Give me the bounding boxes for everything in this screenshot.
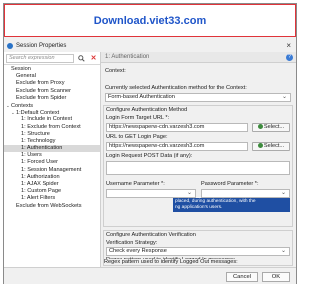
cancel-button[interactable]: Cancel bbox=[226, 272, 258, 282]
tree-item-label: Contexts bbox=[11, 102, 34, 109]
panel-title: 1: Authentication bbox=[105, 54, 150, 60]
tooltip-line-2: ng application's users. bbox=[175, 205, 223, 210]
tree-item[interactable]: Exclude from Spider bbox=[4, 95, 100, 102]
tree-item-label: 1: Structure bbox=[21, 130, 50, 137]
tree-item[interactable]: 1: Exclude from Context bbox=[4, 124, 100, 131]
chevron-down-icon: ⌄ bbox=[186, 190, 192, 196]
login-page-label: URL to GET Login Page: bbox=[106, 134, 168, 140]
close-icon[interactable]: × bbox=[286, 41, 291, 50]
watermark-banner: Download.viet33.com bbox=[4, 4, 296, 37]
panel-header: 1: Authentication ? bbox=[101, 52, 296, 63]
watermark-text: Download.viet33.com bbox=[93, 14, 207, 27]
search-bar: ✕ bbox=[4, 52, 100, 65]
session-tree: Session General Exclude from Proxy Exclude … bbox=[4, 65, 100, 210]
window-title: Session Properties bbox=[16, 43, 67, 49]
post-data-label: Login Request POST Data (if any): bbox=[106, 153, 193, 159]
select-button-label: Select... bbox=[263, 143, 285, 149]
tree-item-label: 1: AJAX Spider bbox=[21, 181, 59, 187]
auth-method-value: Form-based Authentication bbox=[108, 94, 175, 100]
tree-item-label: Exclude from Spider bbox=[16, 94, 67, 101]
clear-filter-icon[interactable]: ✕ bbox=[89, 54, 98, 63]
login-form-label: Login Form Target URL *: bbox=[106, 115, 170, 121]
tree-item-label: 1: Authentication bbox=[21, 145, 63, 152]
tree-item[interactable]: ⌄Contexts bbox=[4, 102, 100, 109]
verification-strategy-value: Check every Response bbox=[109, 248, 167, 254]
login-form-url-value: https://newspaperw-cdn.varzesh3.com bbox=[109, 124, 205, 130]
tree-item[interactable]: 1: Include in Context bbox=[4, 116, 100, 123]
tree-item-label: 1: Exclude from Context bbox=[21, 123, 81, 130]
verification-strategy-select[interactable]: Check every Response ⌄ bbox=[106, 247, 290, 256]
tree-item[interactable]: Exclude from Scanner bbox=[4, 88, 100, 95]
dialog-footer: Regex pattern used to identify Logged Ou… bbox=[4, 259, 296, 284]
username-param-label: Username Parameter *: bbox=[106, 181, 165, 187]
tree-item[interactable]: Session bbox=[4, 66, 100, 73]
select-login-page-button[interactable]: Select... bbox=[252, 142, 290, 151]
window-titlebar: Session Properties × bbox=[4, 40, 296, 52]
tree-item[interactable]: 1: Session Management bbox=[4, 167, 100, 174]
settings-panel: 1: Authentication ? Context: Currently s… bbox=[101, 52, 296, 267]
tree-item-label: 1: Technology bbox=[21, 137, 56, 144]
tree-item[interactable]: 1: Authentication bbox=[4, 145, 100, 153]
tree-item-label: 1: Alert Filters bbox=[21, 195, 56, 202]
search-icon[interactable] bbox=[77, 54, 86, 63]
tree-item-label: 1:Default Context bbox=[16, 110, 60, 117]
tree-item-label: General bbox=[16, 73, 36, 80]
tree-item[interactable]: Exclude from WebSockets bbox=[4, 203, 100, 210]
tree-item[interactable]: 1: Technology bbox=[4, 138, 100, 145]
tree-item-label: Exclude from Proxy bbox=[16, 80, 65, 87]
auth-method-select[interactable]: Form-based Authentication ⌄ bbox=[105, 93, 291, 102]
tree-item[interactable]: 1: Users bbox=[4, 152, 100, 159]
screenshot-frame: Download.viet33.com Session Properties ×… bbox=[3, 3, 297, 284]
post-data-field[interactable] bbox=[106, 161, 290, 175]
chevron-down-icon: ⌄ bbox=[280, 248, 286, 254]
configure-method-title: Configure Authentication Method bbox=[106, 107, 188, 113]
verification-strategy-label: Verification Strategy: bbox=[106, 240, 158, 246]
tree-item-label: 1: Users bbox=[21, 152, 42, 159]
select-button-label: Select... bbox=[263, 124, 285, 130]
tree-item[interactable]: 1: Alert Filters bbox=[4, 195, 100, 202]
tree-item[interactable]: General bbox=[4, 73, 100, 80]
context-label: Context: bbox=[105, 68, 126, 74]
verification-title: Configure Authentication Verification bbox=[106, 232, 196, 238]
login-page-url-value: https://newspaperw-cdn.varzesh3.com bbox=[109, 143, 205, 149]
select-login-form-button[interactable]: Select... bbox=[252, 123, 290, 132]
password-param-label: Password Parameter *: bbox=[201, 181, 259, 187]
parameter-tooltip: placed, during authentication, with the … bbox=[173, 198, 290, 212]
tree-item-label: 1: Session Management bbox=[21, 166, 82, 173]
tree-item-label: 1: Custom Page bbox=[21, 188, 62, 195]
tree-item[interactable]: Exclude from Proxy bbox=[4, 80, 100, 87]
session-icon bbox=[7, 43, 13, 49]
tree-item[interactable]: 1: Forced User bbox=[4, 159, 100, 166]
tree-item[interactable]: 1: Authorization bbox=[4, 174, 100, 181]
ok-button[interactable]: OK bbox=[262, 272, 290, 282]
globe-icon bbox=[257, 143, 263, 149]
chevron-down-icon: ⌄ bbox=[281, 94, 287, 100]
tree-item[interactable]: ⌄1:Default Context bbox=[4, 109, 100, 116]
tree-item-label: 1: Include in Context bbox=[21, 116, 72, 123]
login-page-url-field[interactable]: https://newspaperw-cdn.varzesh3.com bbox=[106, 142, 248, 151]
username-param-select[interactable]: ⌄ bbox=[106, 189, 196, 198]
help-icon[interactable]: ? bbox=[286, 54, 293, 61]
tree-item[interactable]: 1: Structure bbox=[4, 131, 100, 138]
login-form-url-field[interactable]: https://newspaperw-cdn.varzesh3.com bbox=[106, 123, 248, 132]
search-input[interactable] bbox=[6, 53, 74, 63]
tree-item-label: Session bbox=[11, 66, 31, 72]
chevron-down-icon: ⌄ bbox=[280, 190, 286, 196]
password-param-select[interactable]: ⌄ bbox=[201, 189, 290, 198]
tree-pane: ✕ SessionGeneralExclude from ProxyExclud… bbox=[4, 52, 101, 267]
tree-item[interactable]: 1: AJAX Spider bbox=[4, 181, 100, 188]
globe-icon bbox=[257, 124, 263, 130]
tree-item[interactable]: 1: Custom Page bbox=[4, 188, 100, 195]
tree-item-label: Exclude from WebSockets bbox=[16, 202, 82, 209]
tree-item-label: 1: Authorization bbox=[21, 173, 60, 180]
logged-out-regex-label: Regex pattern used to identify Logged Ou… bbox=[104, 259, 238, 265]
tree-item-label: Exclude from Scanner bbox=[16, 87, 72, 94]
method-label: Currently selected Authentication method… bbox=[105, 85, 247, 91]
tree-item-label: 1: Forced User bbox=[21, 159, 58, 166]
